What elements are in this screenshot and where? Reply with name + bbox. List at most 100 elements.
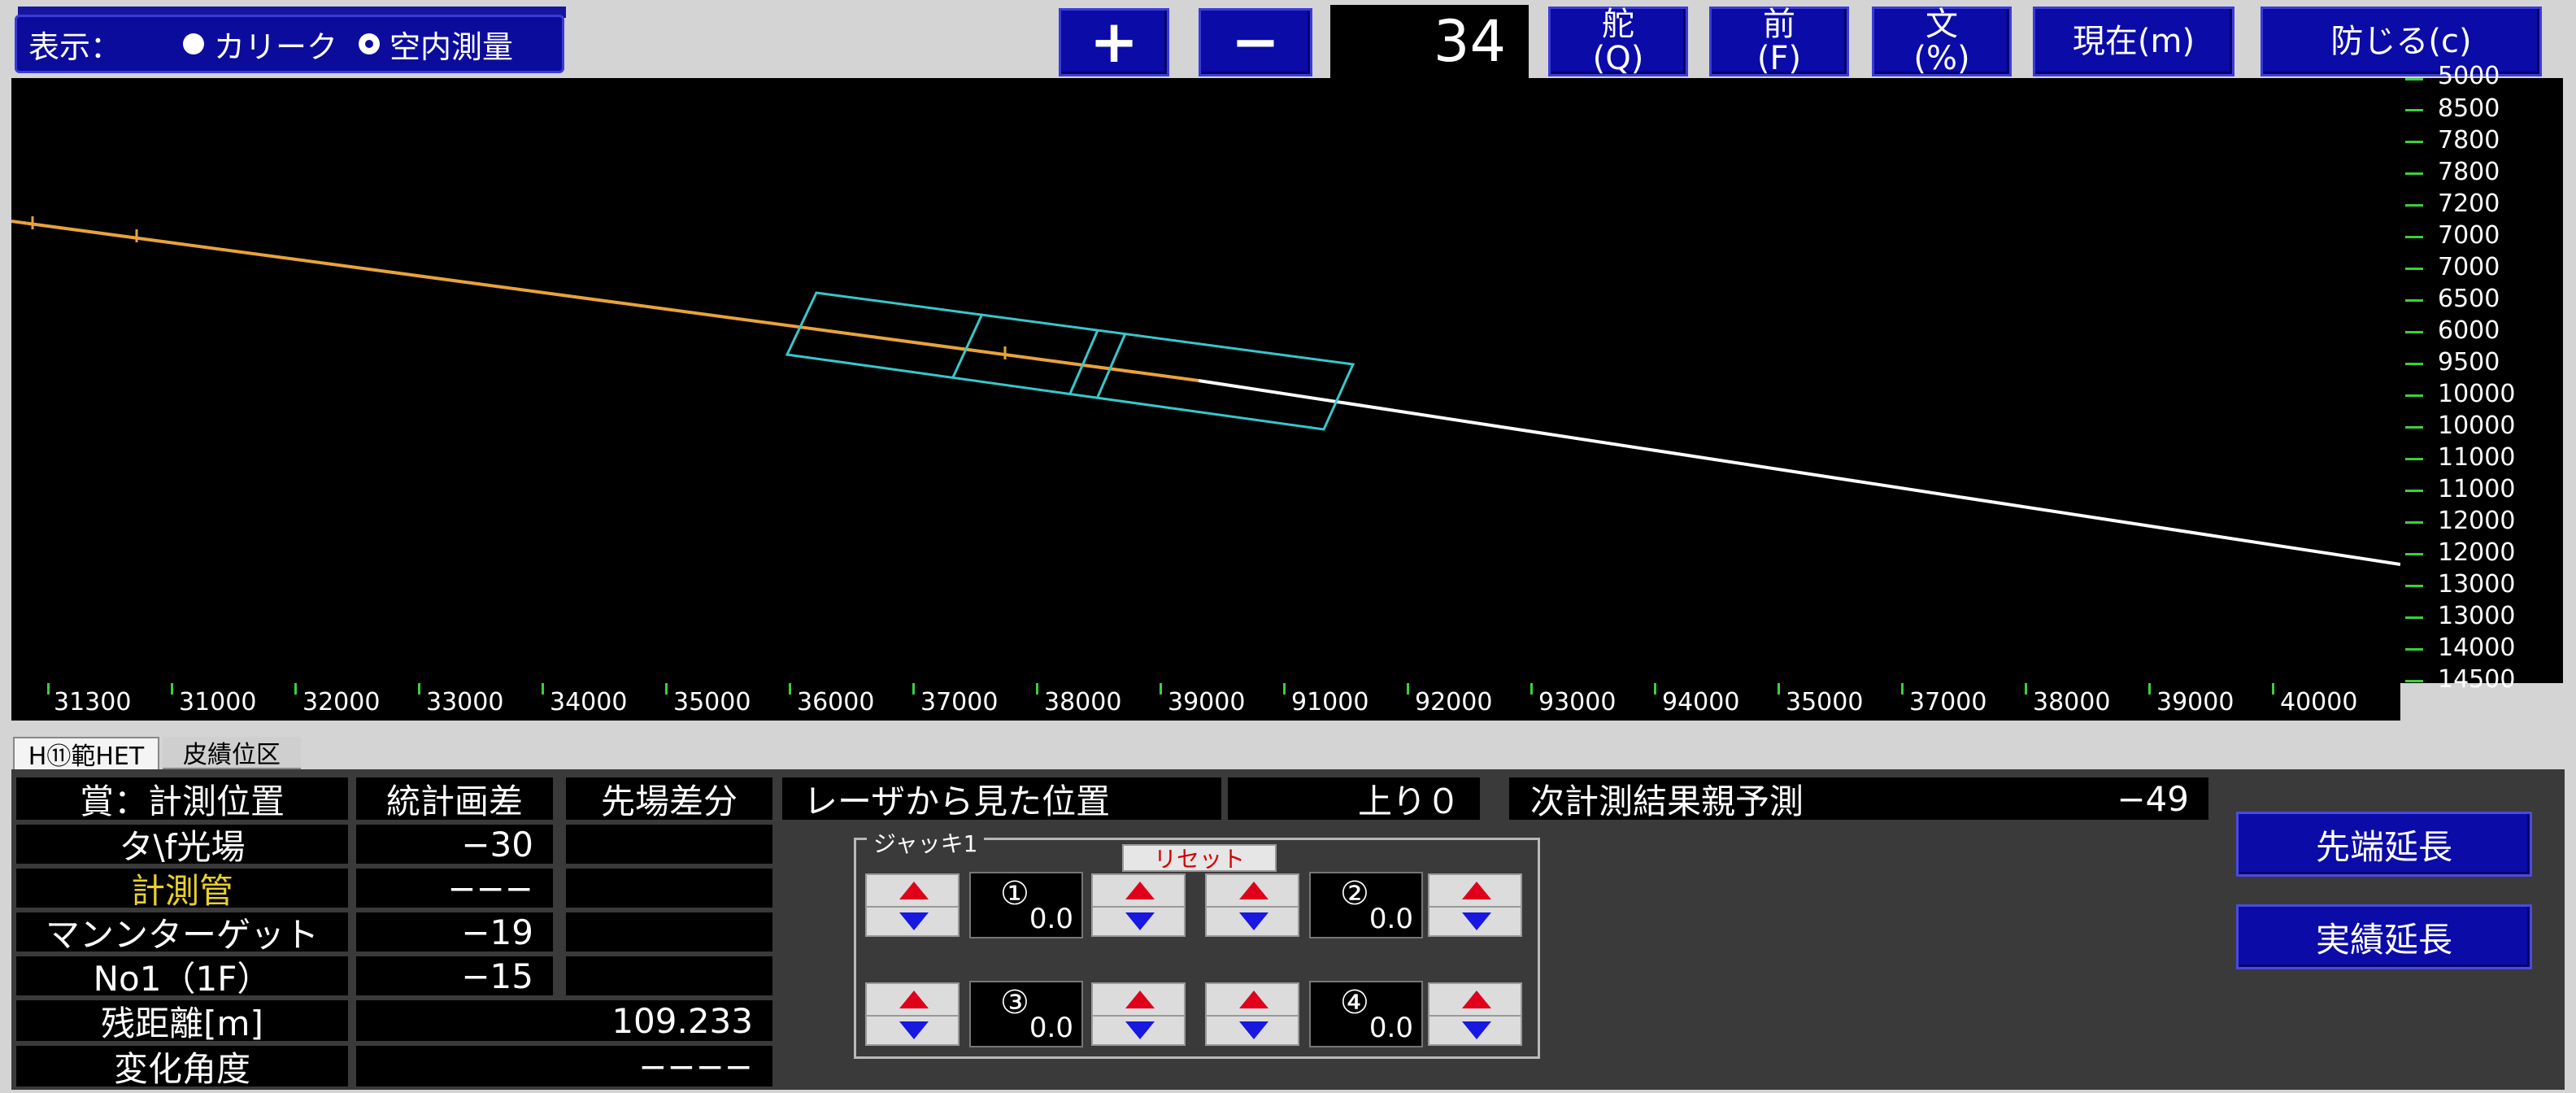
down-arrow-icon[interactable] xyxy=(1239,1021,1268,1039)
down-arrow-icon[interactable] xyxy=(1462,1021,1491,1039)
y-tick-label: 7800 xyxy=(2438,158,2500,186)
x-tick xyxy=(789,683,791,695)
x-tick-label: 39000 xyxy=(1168,688,1246,716)
x-tick xyxy=(1654,683,1656,695)
x-tick-label: 32000 xyxy=(302,688,381,716)
row-label: タ\f光場 xyxy=(16,825,348,867)
radio-label: 空内測量 xyxy=(389,28,514,65)
x-tick-label: 36000 xyxy=(797,688,875,716)
x-tick xyxy=(912,683,915,695)
row-value-stat: −−− xyxy=(356,869,553,908)
angle-change-value: −−−− xyxy=(356,1046,772,1086)
tab-results[interactable]: 皮績位区 xyxy=(163,737,301,769)
x-tick xyxy=(1778,683,1780,695)
y-tick xyxy=(2405,458,2423,460)
laser-position-value: 上り０ xyxy=(1228,777,1480,821)
y-tick-label: 7800 xyxy=(2438,126,2500,155)
tab-measurement[interactable]: H⑪範HET xyxy=(13,737,159,771)
zoom-in-button[interactable]: + xyxy=(1059,8,1169,76)
y-tick-label: 14000 xyxy=(2438,634,2516,662)
y-tick-label: 7200 xyxy=(2438,189,2500,218)
x-tick-label: 33000 xyxy=(426,688,504,716)
x-tick-label: 31000 xyxy=(179,688,257,716)
up-arrow-icon[interactable] xyxy=(1239,882,1268,899)
x-tick-label: 93000 xyxy=(1538,688,1617,716)
row-value-stat: −19 xyxy=(356,912,553,952)
actual-extend-button[interactable]: 実績延長 xyxy=(2236,904,2532,969)
x-tick-label: 35000 xyxy=(1786,688,1864,716)
radio-circle-icon[interactable] xyxy=(183,33,204,54)
tip-extend-button[interactable]: 先端延長 xyxy=(2236,812,2532,877)
jack4-right-updown[interactable] xyxy=(1428,982,1522,1046)
up-arrow-icon[interactable] xyxy=(899,991,929,1008)
down-arrow-icon[interactable] xyxy=(1462,912,1491,930)
up-arrow-icon[interactable] xyxy=(1125,991,1155,1008)
up-arrow-icon[interactable] xyxy=(1462,882,1491,899)
up-arrow-icon[interactable] xyxy=(1125,882,1155,899)
row-value-stat: −30 xyxy=(356,825,553,864)
radio-selected-icon[interactable] xyxy=(359,33,381,54)
down-arrow-icon[interactable] xyxy=(1239,912,1268,930)
button-line2: (%) xyxy=(1913,40,1970,77)
jack1-left-updown[interactable] xyxy=(865,873,959,937)
y-tick xyxy=(2405,616,2423,619)
table-title: 賞：計測位置 xyxy=(16,777,348,821)
up-arrow-icon[interactable] xyxy=(1462,991,1491,1008)
remaining-distance-value: 109.233 xyxy=(356,1000,772,1041)
down-arrow-icon[interactable] xyxy=(899,1021,929,1039)
up-arrow-icon[interactable] xyxy=(899,882,929,899)
radio-option-0[interactable]: カリーク xyxy=(183,22,337,67)
x-tick xyxy=(1283,683,1286,695)
row-label-highlight: 計測管 xyxy=(16,869,348,911)
y-tick xyxy=(2405,109,2423,111)
x-tick-label: 37000 xyxy=(920,688,999,716)
forward-button[interactable]: 前 (F) xyxy=(1709,7,1849,76)
jack-number: ② xyxy=(1340,875,1369,912)
col-header-stat-diff: 統計画差 xyxy=(356,777,553,821)
down-arrow-icon[interactable] xyxy=(1125,1021,1155,1039)
display-mode-group: 表示： カリーク 空内測量 xyxy=(15,15,564,73)
jack4-left-updown[interactable] xyxy=(1205,982,1299,1046)
jack-readout-4: ④ 0.0 xyxy=(1309,981,1423,1047)
y-tick-label: 10000 xyxy=(2438,412,2516,440)
button-line1: 文 xyxy=(1925,6,1958,43)
jack3-right-updown[interactable] xyxy=(1091,982,1186,1046)
y-tick-label: 6000 xyxy=(2438,316,2500,345)
up-arrow-icon[interactable] xyxy=(1239,991,1268,1008)
radio-label: カリーク xyxy=(214,28,338,65)
x-tick xyxy=(2025,683,2027,695)
y-tick-label: 10000 xyxy=(2438,380,2516,408)
down-arrow-icon[interactable] xyxy=(899,912,929,930)
jack3-left-updown[interactable] xyxy=(865,982,959,1046)
x-axis: 31300 31000 32000 33000 34000 35000 3600… xyxy=(11,683,2400,721)
zoom-out-button[interactable]: − xyxy=(1199,8,1312,76)
rudder-button[interactable]: 舵 (Q) xyxy=(1548,7,1688,76)
jack1-right-updown[interactable] xyxy=(1091,873,1186,937)
row-label: No1（1F） xyxy=(16,956,348,999)
y-tick xyxy=(2405,490,2423,492)
reset-button[interactable]: リセット xyxy=(1122,844,1277,873)
row-value-front xyxy=(566,869,772,908)
zoom-readout: 34 xyxy=(1330,5,1529,78)
percent-button[interactable]: 文 (%) xyxy=(1872,7,2012,76)
y-tick xyxy=(2405,141,2423,143)
y-tick-label: 13000 xyxy=(2438,602,2516,630)
y-tick-label: 9500 xyxy=(2438,348,2500,377)
jack2-left-updown[interactable] xyxy=(1205,873,1299,937)
y-tick-label: 6500 xyxy=(2438,285,2500,313)
jack-readout-1: ① 0.0 xyxy=(969,872,1083,938)
x-tick xyxy=(47,683,50,695)
button-line1: 前 xyxy=(1763,6,1795,43)
jack-readout-2: ② 0.0 xyxy=(1309,872,1423,938)
row-value-front xyxy=(566,956,772,995)
y-tick-label: 7000 xyxy=(2438,221,2500,250)
radio-option-1[interactable]: 空内測量 xyxy=(359,22,513,67)
jack-value: 0.0 xyxy=(1368,903,1413,935)
y-tick xyxy=(2405,585,2423,587)
y-tick xyxy=(2405,553,2423,555)
down-arrow-icon[interactable] xyxy=(1125,912,1155,930)
current-m-button[interactable]: 現在(m) xyxy=(2033,7,2234,76)
jack-title: ジャッキ1 xyxy=(867,826,985,857)
y-tick-label: 5000 xyxy=(2438,62,2500,90)
jack2-right-updown[interactable] xyxy=(1428,873,1522,937)
